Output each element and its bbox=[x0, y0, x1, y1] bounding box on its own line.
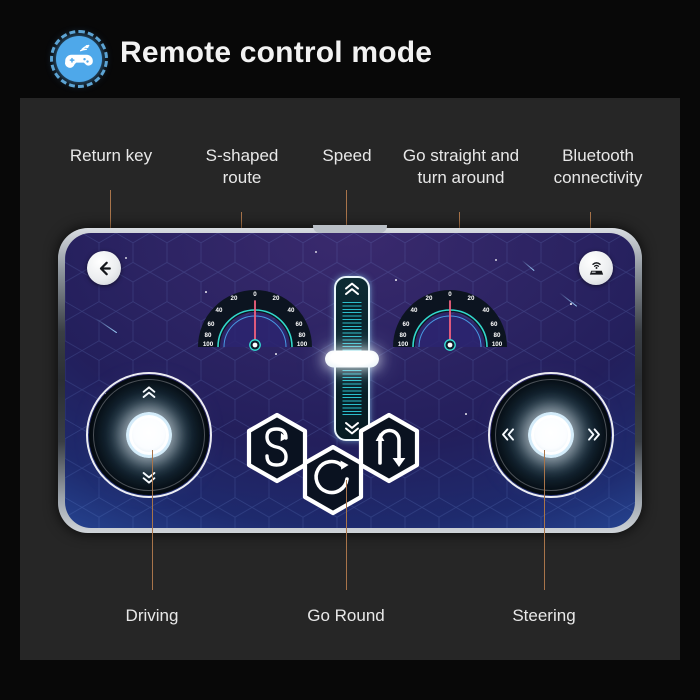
callout-go-straight-turn-around: Go straight and turn around bbox=[402, 146, 520, 187]
joystick-knob[interactable] bbox=[126, 412, 172, 458]
svg-text:60: 60 bbox=[208, 321, 215, 328]
bluetooth-connectivity-button[interactable] bbox=[579, 251, 613, 285]
bottom-label-go-round: Go Round bbox=[307, 606, 385, 625]
callout-bluetooth-connectivity: Bluetooth connectivity bbox=[553, 146, 643, 187]
page-title: Remote control mode bbox=[120, 36, 433, 69]
gamepad-remote-icon bbox=[50, 30, 108, 88]
svg-text:20: 20 bbox=[426, 295, 433, 302]
svg-text:100: 100 bbox=[203, 341, 214, 348]
svg-text:100: 100 bbox=[398, 341, 409, 348]
svg-text:80: 80 bbox=[400, 332, 407, 339]
svg-text:20: 20 bbox=[468, 295, 475, 302]
svg-text:60: 60 bbox=[296, 321, 303, 328]
header: Remote control mode bbox=[0, 0, 700, 98]
svg-text:80: 80 bbox=[299, 332, 306, 339]
svg-text:40: 40 bbox=[411, 307, 418, 314]
steering-joystick[interactable] bbox=[488, 372, 614, 498]
svg-text:80: 80 bbox=[205, 332, 212, 339]
svg-text:40: 40 bbox=[288, 307, 295, 314]
arrow-left-icon bbox=[99, 261, 111, 275]
u-turn-button[interactable] bbox=[357, 412, 421, 484]
s-route-button[interactable] bbox=[245, 412, 309, 484]
joystick-knob[interactable] bbox=[528, 412, 574, 458]
chevron-double-down-icon[interactable] bbox=[141, 471, 157, 484]
phone-screen: 0 20 20 40 40 60 60 80 80 100 100 0 20 2… bbox=[65, 233, 635, 528]
icon-disc bbox=[56, 36, 102, 82]
svg-text:60: 60 bbox=[491, 321, 498, 328]
right-gauge: 0 20 20 40 40 60 60 80 80 100 100 bbox=[389, 279, 511, 351]
svg-text:0: 0 bbox=[448, 291, 452, 298]
slider-thumb[interactable] bbox=[325, 350, 379, 367]
bottom-label-driving: Driving bbox=[125, 606, 179, 625]
bottom-label-steering: Steering bbox=[512, 606, 576, 625]
callout-s-shaped-route: S-shaped route bbox=[205, 146, 279, 187]
svg-text:40: 40 bbox=[216, 307, 223, 314]
svg-text:40: 40 bbox=[483, 307, 490, 314]
callout-speed: Speed bbox=[322, 146, 372, 165]
svg-text:20: 20 bbox=[273, 295, 280, 302]
screenshot-root: Remote control mode Return key S-shaped … bbox=[0, 0, 700, 700]
svg-text:100: 100 bbox=[297, 341, 308, 348]
leader-go-round bbox=[346, 480, 348, 590]
chevron-double-up-icon[interactable] bbox=[343, 282, 361, 296]
svg-text:80: 80 bbox=[494, 332, 501, 339]
driving-joystick[interactable] bbox=[86, 372, 212, 498]
bluetooth-connectivity-icon bbox=[589, 261, 603, 275]
chevron-double-up-icon[interactable] bbox=[141, 386, 157, 399]
leader-steering bbox=[544, 450, 546, 590]
callout-return-key: Return key bbox=[69, 146, 153, 165]
svg-text:20: 20 bbox=[231, 295, 238, 302]
left-gauge: 0 20 20 40 40 60 60 80 80 100 100 bbox=[194, 279, 316, 351]
gamepad-glyph bbox=[64, 44, 93, 68]
chevron-double-left-icon[interactable] bbox=[500, 428, 516, 441]
go-round-button[interactable] bbox=[301, 444, 365, 516]
phone-notch bbox=[313, 225, 387, 233]
chevron-double-right-icon[interactable] bbox=[586, 428, 602, 441]
svg-text:100: 100 bbox=[492, 341, 503, 348]
phone-device: 0 20 20 40 40 60 60 80 80 100 100 0 20 2… bbox=[58, 225, 642, 533]
leader-driving bbox=[152, 450, 154, 590]
svg-text:60: 60 bbox=[403, 321, 410, 328]
svg-text:0: 0 bbox=[253, 291, 257, 298]
return-key-button[interactable] bbox=[87, 251, 121, 285]
